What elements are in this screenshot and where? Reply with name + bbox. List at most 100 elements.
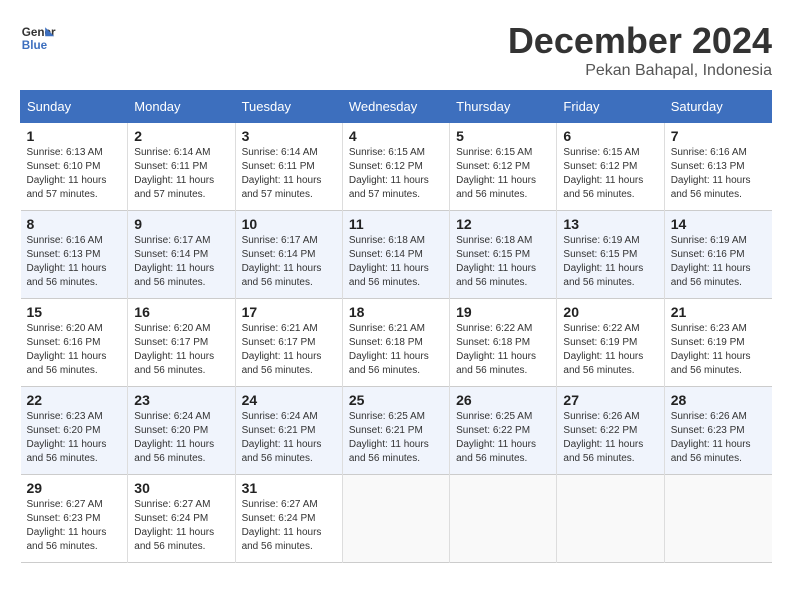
calendar-cell: 21 Sunrise: 6:23 AM Sunset: 6:19 PM Dayli… — [664, 299, 771, 387]
day-number: 1 — [27, 128, 122, 144]
calendar-cell: 8 Sunrise: 6:16 AM Sunset: 6:13 PM Daylig… — [21, 211, 128, 299]
logo: General Blue — [20, 20, 56, 56]
day-info: Sunrise: 6:25 AM Sunset: 6:22 PM Dayligh… — [456, 410, 550, 466]
weekday-header-wednesday: Wednesday — [342, 91, 449, 123]
calendar-week-row: 15Sunrise: 6:20 AM Sunset: 6:16 PM Dayli… — [21, 299, 772, 387]
day-number: 4 — [349, 128, 443, 144]
day-number: 26 — [456, 392, 550, 408]
day-info: Sunrise: 6:23 AM Sunset: 6:20 PM Dayligh… — [27, 410, 122, 466]
calendar-cell: 5 Sunrise: 6:15 AM Sunset: 6:12 PM Daylig… — [450, 123, 557, 211]
calendar-cell: 19 Sunrise: 6:22 AM Sunset: 6:18 PM Dayli… — [450, 299, 557, 387]
calendar-cell: 7 Sunrise: 6:16 AM Sunset: 6:13 PM Daylig… — [664, 123, 771, 211]
day-number: 14 — [671, 216, 766, 232]
header: General Blue December 2024 Pekan Bahapal… — [20, 20, 772, 80]
calendar-cell: 22 Sunrise: 6:23 AM Sunset: 6:20 PM Dayli… — [21, 387, 128, 475]
calendar-cell: 30Sunrise: 6:27 AM Sunset: 6:24 PM Dayli… — [128, 475, 235, 563]
calendar-cell: 10Sunrise: 6:17 AM Sunset: 6:14 PM Dayli… — [235, 211, 342, 299]
calendar-cell: 29Sunrise: 6:27 AM Sunset: 6:23 PM Dayli… — [21, 475, 128, 563]
day-number: 2 — [134, 128, 228, 144]
location-subtitle: Pekan Bahapal, Indonesia — [508, 62, 772, 80]
weekday-header-friday: Friday — [557, 91, 664, 123]
calendar-cell — [342, 475, 449, 563]
calendar-week-row: 1 Sunrise: 6:13 AM Sunset: 6:10 PM Daylig… — [21, 123, 772, 211]
calendar-cell: 23 Sunrise: 6:24 AM Sunset: 6:20 PM Dayli… — [128, 387, 235, 475]
day-info: Sunrise: 6:16 AM Sunset: 6:13 PM Dayligh… — [671, 146, 766, 202]
day-info: Sunrise: 6:23 AM Sunset: 6:19 PM Dayligh… — [671, 322, 766, 378]
day-info: Sunrise: 6:21 AM Sunset: 6:18 PM Dayligh… — [349, 322, 443, 378]
day-info: Sunrise: 6:24 AM Sunset: 6:20 PM Dayligh… — [134, 410, 228, 466]
day-number: 8 — [27, 216, 122, 232]
calendar-cell: 11 Sunrise: 6:18 AM Sunset: 6:14 PM Dayli… — [342, 211, 449, 299]
day-number: 20 — [563, 304, 657, 320]
day-number: 22 — [27, 392, 122, 408]
day-number: 19 — [456, 304, 550, 320]
day-number: 25 — [349, 392, 443, 408]
calendar-cell: 4 Sunrise: 6:15 AM Sunset: 6:12 PM Daylig… — [342, 123, 449, 211]
day-number: 3 — [242, 128, 336, 144]
day-info: Sunrise: 6:22 AM Sunset: 6:19 PM Dayligh… — [563, 322, 657, 378]
calendar-cell — [557, 475, 664, 563]
day-number: 9 — [134, 216, 228, 232]
calendar-cell: 26 Sunrise: 6:25 AM Sunset: 6:22 PM Dayli… — [450, 387, 557, 475]
weekday-header-sunday: Sunday — [21, 91, 128, 123]
day-info: Sunrise: 6:14 AM Sunset: 6:11 PM Dayligh… — [242, 146, 336, 202]
calendar-cell: 18 Sunrise: 6:21 AM Sunset: 6:18 PM Dayli… — [342, 299, 449, 387]
day-info: Sunrise: 6:19 AM Sunset: 6:15 PM Dayligh… — [563, 234, 657, 290]
calendar-week-row: 29Sunrise: 6:27 AM Sunset: 6:23 PM Dayli… — [21, 475, 772, 563]
day-number: 29 — [27, 480, 122, 496]
day-info: Sunrise: 6:15 AM Sunset: 6:12 PM Dayligh… — [349, 146, 443, 202]
calendar-cell: 25Sunrise: 6:25 AM Sunset: 6:21 PM Dayli… — [342, 387, 449, 475]
calendar-cell: 9 Sunrise: 6:17 AM Sunset: 6:14 PM Daylig… — [128, 211, 235, 299]
day-number: 10 — [242, 216, 336, 232]
day-number: 23 — [134, 392, 228, 408]
svg-text:Blue: Blue — [22, 39, 48, 52]
calendar-cell: 28Sunrise: 6:26 AM Sunset: 6:23 PM Dayli… — [664, 387, 771, 475]
day-info: Sunrise: 6:13 AM Sunset: 6:10 PM Dayligh… — [27, 146, 122, 202]
day-info: Sunrise: 6:27 AM Sunset: 6:24 PM Dayligh… — [242, 498, 336, 554]
day-number: 16 — [134, 304, 228, 320]
weekday-header-monday: Monday — [128, 91, 235, 123]
calendar-cell: 31 Sunrise: 6:27 AM Sunset: 6:24 PM Dayli… — [235, 475, 342, 563]
calendar-cell: 24Sunrise: 6:24 AM Sunset: 6:21 PM Dayli… — [235, 387, 342, 475]
day-info: Sunrise: 6:27 AM Sunset: 6:24 PM Dayligh… — [134, 498, 228, 554]
day-number: 17 — [242, 304, 336, 320]
day-info: Sunrise: 6:17 AM Sunset: 6:14 PM Dayligh… — [134, 234, 228, 290]
calendar-cell: 16 Sunrise: 6:20 AM Sunset: 6:17 PM Dayli… — [128, 299, 235, 387]
calendar-cell: 15Sunrise: 6:20 AM Sunset: 6:16 PM Dayli… — [21, 299, 128, 387]
calendar-cell: 1 Sunrise: 6:13 AM Sunset: 6:10 PM Daylig… — [21, 123, 128, 211]
day-number: 13 — [563, 216, 657, 232]
calendar-cell: 3 Sunrise: 6:14 AM Sunset: 6:11 PM Daylig… — [235, 123, 342, 211]
day-info: Sunrise: 6:15 AM Sunset: 6:12 PM Dayligh… — [456, 146, 550, 202]
day-info: Sunrise: 6:18 AM Sunset: 6:15 PM Dayligh… — [456, 234, 550, 290]
calendar-cell: 13 Sunrise: 6:19 AM Sunset: 6:15 PM Dayli… — [557, 211, 664, 299]
day-number: 12 — [456, 216, 550, 232]
day-number: 5 — [456, 128, 550, 144]
day-info: Sunrise: 6:21 AM Sunset: 6:17 PM Dayligh… — [242, 322, 336, 378]
day-info: Sunrise: 6:22 AM Sunset: 6:18 PM Dayligh… — [456, 322, 550, 378]
calendar-week-row: 22 Sunrise: 6:23 AM Sunset: 6:20 PM Dayli… — [21, 387, 772, 475]
calendar-week-row: 8 Sunrise: 6:16 AM Sunset: 6:13 PM Daylig… — [21, 211, 772, 299]
day-number: 11 — [349, 216, 443, 232]
day-number: 7 — [671, 128, 766, 144]
day-info: Sunrise: 6:20 AM Sunset: 6:17 PM Dayligh… — [134, 322, 228, 378]
day-number: 21 — [671, 304, 766, 320]
day-number: 31 — [242, 480, 336, 496]
calendar-cell — [664, 475, 771, 563]
day-info: Sunrise: 6:15 AM Sunset: 6:12 PM Dayligh… — [563, 146, 657, 202]
calendar-cell: 14 Sunrise: 6:19 AM Sunset: 6:16 PM Dayli… — [664, 211, 771, 299]
day-info: Sunrise: 6:18 AM Sunset: 6:14 PM Dayligh… — [349, 234, 443, 290]
day-info: Sunrise: 6:19 AM Sunset: 6:16 PM Dayligh… — [671, 234, 766, 290]
calendar-cell: 6Sunrise: 6:15 AM Sunset: 6:12 PM Daylig… — [557, 123, 664, 211]
month-year-title: December 2024 — [508, 20, 772, 62]
title-area: December 2024 Pekan Bahapal, Indonesia — [508, 20, 772, 80]
weekday-header-thursday: Thursday — [450, 91, 557, 123]
calendar-body: 1 Sunrise: 6:13 AM Sunset: 6:10 PM Daylig… — [21, 123, 772, 563]
day-info: Sunrise: 6:26 AM Sunset: 6:22 PM Dayligh… — [563, 410, 657, 466]
weekday-header-tuesday: Tuesday — [235, 91, 342, 123]
calendar-cell: 20 Sunrise: 6:22 AM Sunset: 6:19 PM Dayli… — [557, 299, 664, 387]
calendar-header-row: SundayMondayTuesdayWednesdayThursdayFrid… — [21, 91, 772, 123]
day-number: 18 — [349, 304, 443, 320]
calendar-cell: 2Sunrise: 6:14 AM Sunset: 6:11 PM Daylig… — [128, 123, 235, 211]
day-number: 27 — [563, 392, 657, 408]
day-info: Sunrise: 6:16 AM Sunset: 6:13 PM Dayligh… — [27, 234, 122, 290]
